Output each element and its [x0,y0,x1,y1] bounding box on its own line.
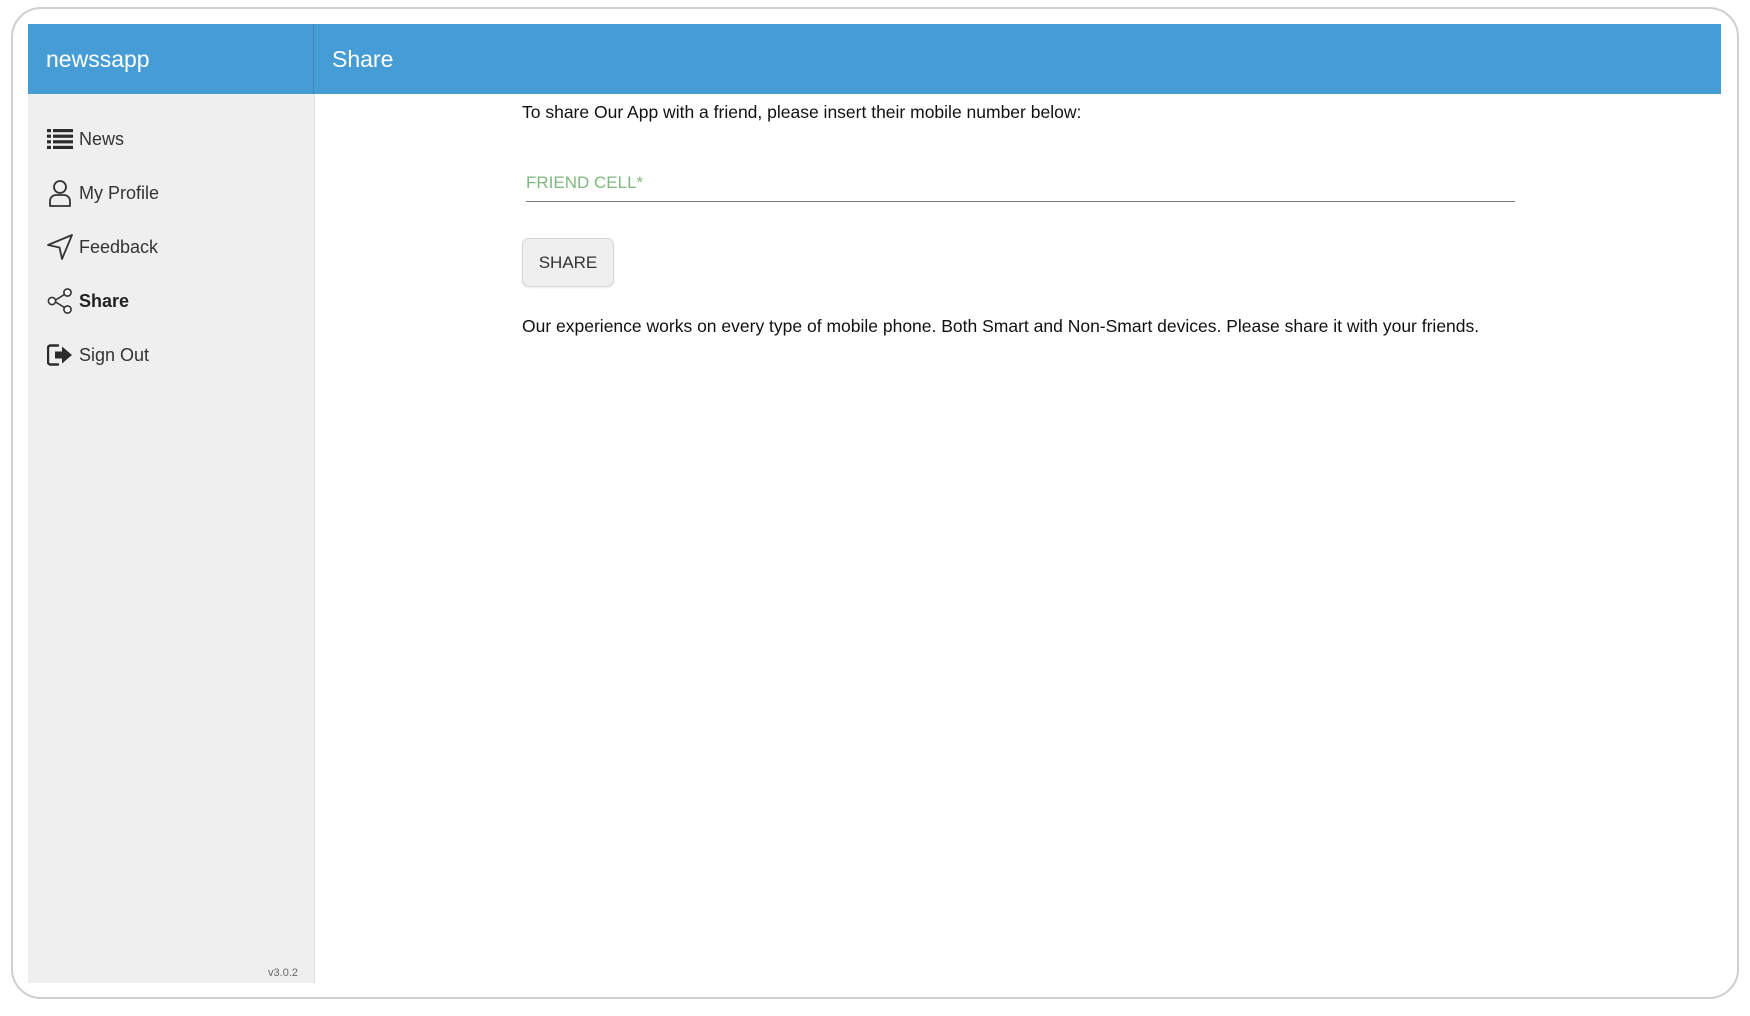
app-brand: newssapp [28,24,314,94]
share-instructions: To share Our App with a friend, please i… [522,102,1082,122]
main-content: To share Our App with a friend, please i… [315,94,1721,983]
sidebar-item-label: News [79,128,125,149]
send-icon [45,232,75,262]
sidebar-nav: News My Profile Feedback Share Sign Out [28,94,314,382]
app-window: newssapp Share News My Profile Feedback … [28,24,1721,983]
sidebar-item-label: Share [79,290,130,311]
sidebar-item-label: Sign Out [79,344,150,365]
list-icon [45,124,75,154]
friend-cell-field [526,164,1515,202]
compatibility-note: Our experience works on every type of mo… [522,316,1480,336]
share-button[interactable]: SHARE [522,238,614,287]
sidebar-item-label: My Profile [79,182,160,203]
friend-cell-input[interactable] [526,164,1515,201]
sidebar-item-news[interactable]: News [28,112,314,166]
person-icon [45,178,75,208]
app-version: v3.0.2 [268,967,298,979]
sidebar: News My Profile Feedback Share Sign Out … [28,94,315,983]
sign-out-icon [45,340,75,370]
sidebar-item-my-profile[interactable]: My Profile [28,166,314,220]
sidebar-item-label: Feedback [79,236,159,257]
top-bar: newssapp Share [28,24,1721,94]
sidebar-item-share[interactable]: Share [28,274,314,328]
share-icon [45,286,75,316]
page-title: Share [332,45,394,72]
sidebar-item-sign-out[interactable]: Sign Out [28,328,314,382]
sidebar-item-feedback[interactable]: Feedback [28,220,314,274]
